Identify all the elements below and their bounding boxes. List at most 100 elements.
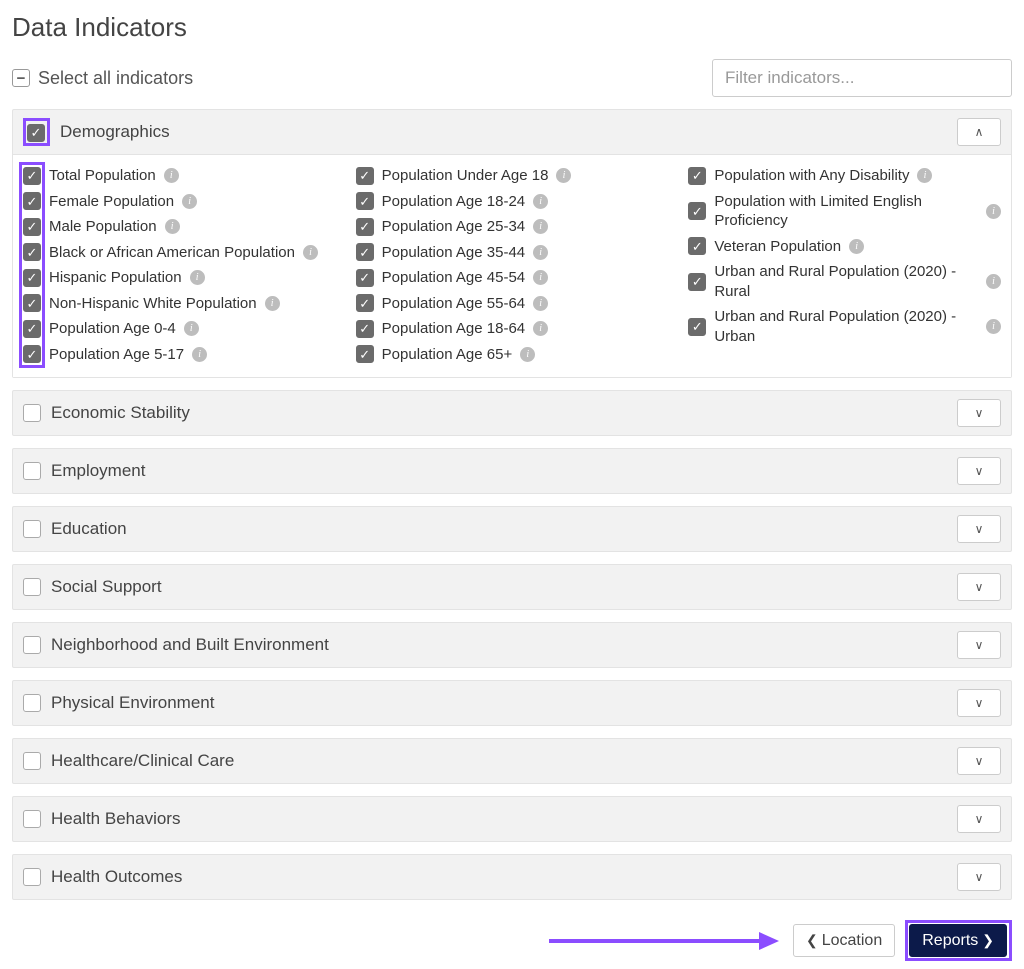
page-title: Data Indicators	[12, 12, 1012, 43]
category-header-left: Demographics	[23, 118, 170, 146]
info-icon[interactable]	[533, 245, 548, 260]
category-header[interactable]: Healthcare/Clinical Care∨	[13, 739, 1011, 783]
prev-button[interactable]: ❮ Location	[793, 924, 895, 957]
indicator-row: Population Age 18-24	[356, 191, 669, 213]
indicator-label: Female Population	[49, 192, 174, 212]
items-column: Population with Any DisabilityPopulation…	[688, 165, 1001, 365]
indicator-label: Population Age 0-4	[49, 319, 176, 339]
indicator-checkbox[interactable]	[356, 294, 374, 312]
indicator-checkbox[interactable]	[23, 269, 41, 287]
category-label: Neighborhood and Built Environment	[51, 635, 329, 655]
indicator-checkbox[interactable]	[356, 218, 374, 236]
expand-button[interactable]: ∨	[957, 573, 1001, 601]
indicator-checkbox[interactable]	[688, 318, 706, 336]
annotation-arrow	[555, 936, 775, 946]
indicator-checkbox[interactable]	[356, 345, 374, 363]
info-icon[interactable]	[533, 219, 548, 234]
category-checkbox[interactable]	[23, 520, 41, 538]
chevron-down-icon: ∨	[975, 638, 984, 652]
info-icon[interactable]	[533, 194, 548, 209]
info-icon[interactable]	[164, 168, 179, 183]
info-icon[interactable]	[190, 270, 205, 285]
category-items-panel: Total PopulationFemale PopulationMale Po…	[13, 154, 1011, 377]
info-icon[interactable]	[520, 347, 535, 362]
info-icon[interactable]	[849, 239, 864, 254]
indicator-row: Female Population	[23, 191, 336, 213]
indicator-checkbox[interactable]	[356, 320, 374, 338]
info-icon[interactable]	[265, 296, 280, 311]
indicator-checkbox[interactable]	[23, 294, 41, 312]
indicator-checkbox[interactable]	[688, 273, 706, 291]
indicator-checkbox[interactable]	[356, 243, 374, 261]
info-icon[interactable]	[165, 219, 180, 234]
category-header[interactable]: Neighborhood and Built Environment ∨	[13, 623, 1011, 667]
category-header[interactable]: Health Outcomes ∨	[13, 855, 1011, 899]
info-icon[interactable]	[986, 319, 1001, 334]
indicator-checkbox[interactable]	[23, 167, 41, 185]
category-label: Health Outcomes	[51, 867, 182, 887]
indicator-checkbox[interactable]	[23, 243, 41, 261]
expand-button[interactable]: ∨	[957, 515, 1001, 543]
category-checkbox[interactable]	[23, 462, 41, 480]
expand-button[interactable]: ∨	[957, 689, 1001, 717]
category-header[interactable]: Demographics ∧	[13, 110, 1011, 154]
expand-button[interactable]: ∨	[957, 805, 1001, 833]
indicator-checkbox[interactable]	[356, 167, 374, 185]
collapse-button[interactable]: ∧	[957, 118, 1001, 146]
info-icon[interactable]	[303, 245, 318, 260]
info-icon[interactable]	[986, 204, 1001, 219]
category-checkbox[interactable]	[23, 694, 41, 712]
indicator-label: Population Age 5-17	[49, 345, 184, 365]
expand-button[interactable]: ∨	[957, 747, 1001, 775]
category-header[interactable]: Education∨	[13, 507, 1011, 551]
category-health-outcomes: Health Outcomes ∨	[12, 854, 1012, 900]
category-header[interactable]: Health Behaviors ∨	[13, 797, 1011, 841]
category-checkbox[interactable]	[23, 578, 41, 596]
indicator-row: Urban and Rural Population (2020) - Rura…	[688, 261, 1001, 302]
chevron-down-icon: ∨	[975, 464, 984, 478]
category-healthcare-clinical-care: Healthcare/Clinical Care∨	[12, 738, 1012, 784]
info-icon[interactable]	[917, 168, 932, 183]
category-header[interactable]: Physical Environment∨	[13, 681, 1011, 725]
category-checkbox[interactable]	[23, 752, 41, 770]
expand-button[interactable]: ∨	[957, 631, 1001, 659]
select-all-row: − Select all indicators	[12, 68, 193, 89]
chevron-down-icon: ∨	[975, 522, 984, 536]
category-header-left: Health Behaviors	[23, 809, 180, 829]
category-checkbox[interactable]	[23, 636, 41, 654]
info-icon[interactable]	[556, 168, 571, 183]
indicator-checkbox[interactable]	[356, 192, 374, 210]
indicator-row: Non-Hispanic White Population	[23, 293, 336, 315]
info-icon[interactable]	[533, 270, 548, 285]
info-icon[interactable]	[533, 296, 548, 311]
indicator-checkbox[interactable]	[688, 202, 706, 220]
indicator-checkbox[interactable]	[23, 218, 41, 236]
category-header-left: Health Outcomes	[23, 867, 182, 887]
select-all-checkbox[interactable]: −	[12, 69, 30, 87]
category-header[interactable]: Employment ∨	[13, 449, 1011, 493]
info-icon[interactable]	[533, 321, 548, 336]
expand-button[interactable]: ∨	[957, 457, 1001, 485]
expand-button[interactable]: ∨	[957, 863, 1001, 891]
indicator-checkbox[interactable]	[23, 320, 41, 338]
info-icon[interactable]	[986, 274, 1001, 289]
category-header[interactable]: Economic Stability∨	[13, 391, 1011, 435]
info-icon[interactable]	[184, 321, 199, 336]
indicator-checkbox[interactable]	[356, 269, 374, 287]
category-header[interactable]: Social Support∨	[13, 565, 1011, 609]
category-checkbox[interactable]	[27, 124, 45, 142]
info-icon[interactable]	[182, 194, 197, 209]
category-checkbox[interactable]	[23, 404, 41, 422]
info-icon[interactable]	[192, 347, 207, 362]
expand-button[interactable]: ∨	[957, 399, 1001, 427]
indicator-checkbox[interactable]	[23, 345, 41, 363]
next-button[interactable]: Reports ❯	[909, 924, 1007, 957]
next-label: Reports	[922, 931, 978, 950]
category-checkbox[interactable]	[23, 868, 41, 886]
indicator-checkbox[interactable]	[688, 237, 706, 255]
filter-input[interactable]	[712, 59, 1012, 97]
category-checkbox[interactable]	[23, 810, 41, 828]
indicator-checkbox[interactable]	[688, 167, 706, 185]
category-label: Employment	[51, 461, 145, 481]
indicator-checkbox[interactable]	[23, 192, 41, 210]
